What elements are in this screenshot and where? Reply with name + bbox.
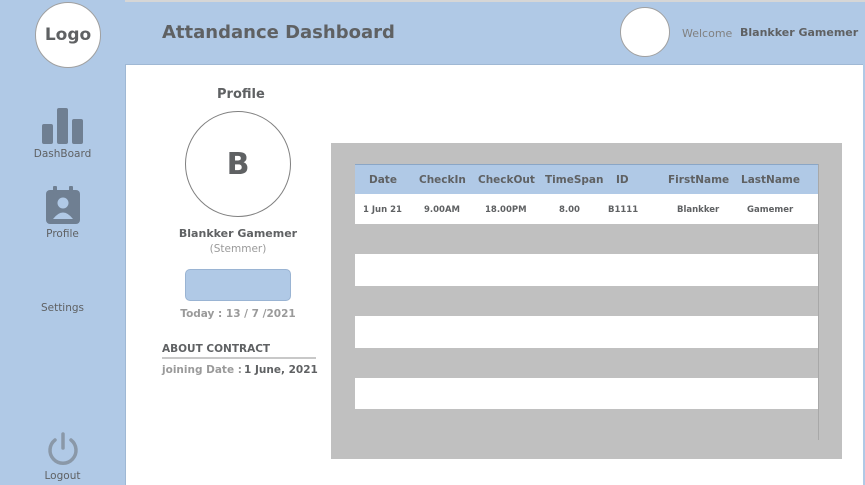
sidebar-item-settings[interactable]: Settings <box>0 298 125 314</box>
today-date: Today : 13 / 7 /2021 <box>180 308 296 320</box>
cell-id: B1111 <box>608 205 639 215</box>
sidebar-item-profile[interactable]: Profile <box>0 186 125 240</box>
bar-chart-icon <box>41 108 83 144</box>
cell-checkin: 9.00AM <box>424 205 461 215</box>
column-header-firstname[interactable]: FirstName <box>668 174 729 186</box>
profile-heading: Profile <box>217 87 265 102</box>
profile-name: Blankker Gamemer <box>178 227 298 240</box>
column-header-id[interactable]: ID <box>616 174 629 186</box>
logo-text: Logo <box>44 25 92 45</box>
sidebar-item-logout[interactable]: Logout <box>0 432 125 482</box>
table-row-empty[interactable] <box>355 254 819 286</box>
power-icon <box>47 432 78 465</box>
profile-avatar: B <box>185 111 291 217</box>
table-row-empty[interactable] <box>355 316 819 348</box>
column-header-checkin[interactable]: CheckIn <box>419 174 466 186</box>
about-contract-divider <box>162 357 316 359</box>
sidebar <box>0 0 125 485</box>
profile-card-icon <box>45 186 80 224</box>
joining-date-value: 1 June, 2021 <box>244 364 318 376</box>
sidebar-item-dashboard[interactable]: DashBoard <box>0 108 125 160</box>
sidebar-item-label: DashBoard <box>33 148 92 160</box>
sidebar-item-label: Logout <box>44 470 81 482</box>
cell-checkout: 18.00PM <box>485 205 527 215</box>
sidebar-item-label: Settings <box>40 302 85 314</box>
about-contract-title: ABOUT CONTRACT <box>162 343 271 355</box>
table-row[interactable]: 1 Jun 21 9.00AM 18.00PM 8.00 B1111 Blank… <box>355 194 819 224</box>
profile-action-button[interactable] <box>185 269 291 301</box>
column-header-timespan[interactable]: TimeSpan <box>545 174 603 186</box>
sidebar-item-label: Profile <box>46 228 79 240</box>
column-header-date[interactable]: Date <box>369 174 397 186</box>
logo[interactable]: Logo <box>35 2 101 68</box>
column-header-checkout[interactable]: CheckOut <box>478 174 535 186</box>
cell-lastname: Gamemer <box>747 205 794 215</box>
table-header: Date CheckIn CheckOut TimeSpan ID FirstN… <box>355 164 819 194</box>
avatar[interactable] <box>620 7 670 57</box>
welcome-label: Welcome <box>682 27 733 40</box>
cell-date: 1 Jun 21 <box>363 205 402 215</box>
joining-date-label: joining Date : <box>162 364 242 376</box>
profile-role: (Stemmer) <box>209 243 267 255</box>
table-right-border <box>818 164 819 440</box>
profile-initial: B <box>226 146 250 182</box>
top-bar <box>0 0 865 64</box>
cell-firstname: Blankker <box>677 205 720 215</box>
cell-timespan: 8.00 <box>559 205 580 215</box>
column-header-lastname[interactable]: LastName <box>741 174 800 186</box>
table-row-empty[interactable] <box>355 378 819 409</box>
page-title: Attandance Dashboard <box>162 22 395 43</box>
welcome-user-name: Blankker Gamemer <box>740 26 859 39</box>
attendance-table: Date CheckIn CheckOut TimeSpan ID FirstN… <box>355 164 819 440</box>
